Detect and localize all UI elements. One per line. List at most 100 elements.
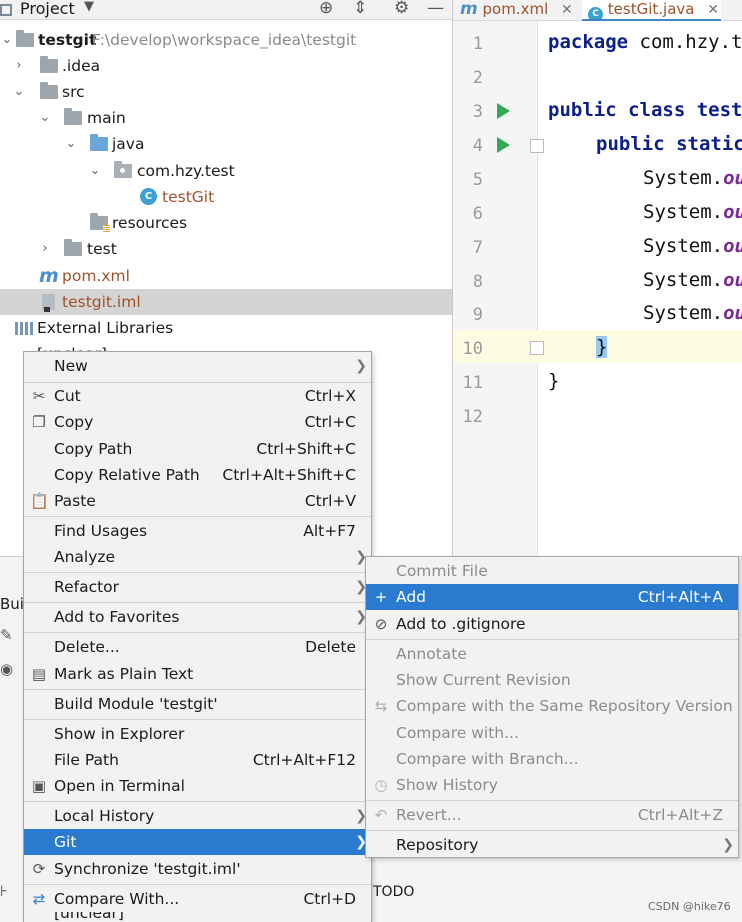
tab-pom-xml[interactable]: m pom.xml ✕ xyxy=(460,0,580,21)
tree-row-pom[interactable]: m pom.xml xyxy=(0,263,452,289)
close-icon[interactable]: ✕ xyxy=(707,2,719,18)
line-number: 4 xyxy=(472,136,483,156)
chevron-right-icon[interactable]: › xyxy=(12,53,26,79)
eye-icon[interactable]: ◉ xyxy=(0,660,13,678)
gear-icon[interactable]: ⚙ xyxy=(394,0,409,18)
tree-row-java[interactable]: ⌄ java xyxy=(0,131,452,157)
chevron-right-icon[interactable]: › xyxy=(38,236,52,262)
menu-item-analyze[interactable]: Analyze ❯ xyxy=(24,544,371,570)
tree-row-idea[interactable]: › .idea xyxy=(0,53,452,79)
menu-item-show-current-revision[interactable]: Show Current Revision xyxy=(366,667,738,693)
line-number: 8 xyxy=(472,272,483,292)
run-icon[interactable] xyxy=(497,137,510,153)
menu-item-find-usages[interactable]: Find Usages Alt+F7 xyxy=(24,518,371,544)
menu-item-label: Copy xyxy=(54,413,94,431)
gitignore-icon: ⊘ xyxy=(374,615,388,633)
menu-item-annotate[interactable]: Annotate xyxy=(366,641,738,667)
tree-row-test[interactable]: › test xyxy=(0,236,452,262)
folder-icon xyxy=(40,56,58,73)
menu-item-refactor[interactable]: Refactor ❯ xyxy=(24,574,371,600)
code-line-8: System.ou xyxy=(643,269,742,291)
menu-item-revert[interactable]: ↶ Revert... Ctrl+Alt+Z xyxy=(366,802,738,828)
menu-item-label: Show in Explorer xyxy=(54,725,185,743)
menu-item-compare-with[interactable]: Compare with... xyxy=(366,720,738,746)
git-submenu: Commit File + Add Ctrl+Alt+A ⊘ Add to .g… xyxy=(365,556,739,858)
menu-item-cut[interactable]: ✂ Cut Ctrl+X xyxy=(24,383,371,409)
close-icon[interactable]: ✕ xyxy=(561,2,573,18)
menu-item-copy[interactable]: ❐ Copy Ctrl+C xyxy=(24,409,371,435)
folder-icon xyxy=(64,108,82,125)
menu-item-add-to-gitignore[interactable]: ⊘ Add to .gitignore xyxy=(366,611,738,637)
todo-tool-label[interactable]: TODO xyxy=(373,884,414,900)
menu-item-compare-same-repo-version[interactable]: ⇆ Compare with the Same Repository Versi… xyxy=(366,693,738,719)
keyword: package xyxy=(548,31,629,53)
tree-row-resources[interactable]: resources xyxy=(0,210,452,236)
code-text: test xyxy=(685,99,742,121)
menu-item-paste[interactable]: 📋 Paste Ctrl+V xyxy=(24,488,371,514)
code-text: System. xyxy=(643,235,724,257)
menu-separator xyxy=(24,884,371,885)
tree-row-iml[interactable]: testgit.iml xyxy=(0,289,452,315)
tree-row-testgit-class[interactable]: C testGit xyxy=(0,184,452,210)
tree-row-main[interactable]: ⌄ main xyxy=(0,105,452,131)
pin-icon[interactable]: ✎ xyxy=(0,626,13,644)
menu-item-add[interactable]: + Add Ctrl+Alt+A xyxy=(366,584,738,610)
menu-item-label: [unclear] xyxy=(54,912,124,922)
tree-row-package[interactable]: ⌄ com.hzy.test xyxy=(0,158,452,184)
chevron-down-icon[interactable]: ⌄ xyxy=(88,158,102,184)
menu-item-copy-relative-path[interactable]: Copy Relative Path Ctrl+Alt+Shift+C xyxy=(24,462,371,488)
menu-item-git[interactable]: Git ❯ xyxy=(24,829,371,855)
compare-arrows-icon: ⇆ xyxy=(374,697,388,715)
menu-item-repository[interactable]: Repository ❯ xyxy=(366,832,738,858)
menu-item-compare-with-branch[interactable]: Compare with Branch... xyxy=(366,746,738,772)
project-title[interactable]: Project xyxy=(20,0,75,18)
keyword: public static xyxy=(596,133,742,155)
menu-shortcut: Ctrl+X xyxy=(304,387,356,405)
chevron-down-icon[interactable]: ⌄ xyxy=(12,79,26,105)
menu-item-show-history[interactable]: ◷ Show History xyxy=(366,772,738,798)
menu-item-open-terminal[interactable]: ▣ Open in Terminal xyxy=(24,773,371,799)
static-field: ou xyxy=(723,269,742,291)
fold-icon[interactable] xyxy=(530,139,544,153)
chevron-down-icon[interactable]: ⌄ xyxy=(0,27,14,53)
menu-item-file-path[interactable]: File Path Ctrl+Alt+F12 xyxy=(24,747,371,773)
menu-item-commit-file[interactable]: Commit File xyxy=(366,558,738,584)
tree-row-external-libraries[interactable]: External Libraries xyxy=(0,315,452,341)
tree-item-label: testgit.iml xyxy=(62,293,141,311)
menu-item-mark-plain-text[interactable]: ▤ Mark as Plain Text xyxy=(24,661,371,687)
menu-item-compare-file-with-editor[interactable]: [unclear] xyxy=(24,912,371,922)
locate-icon[interactable]: ⊕ xyxy=(319,0,333,18)
menu-item-synchronize[interactable]: ⟳ Synchronize 'testgit.iml' xyxy=(24,856,371,882)
tree-row-testgit[interactable]: ⌄ testgit F:\develop\workspace_idea\test… xyxy=(0,27,452,53)
menu-item-show-in-explorer[interactable]: Show in Explorer xyxy=(24,721,371,747)
chevron-right-icon: ❯ xyxy=(355,358,367,374)
menu-item-local-history[interactable]: Local History ❯ xyxy=(24,803,371,829)
chevron-right-icon: ❯ xyxy=(722,837,734,853)
chevron-down-icon[interactable]: ▼ xyxy=(84,0,94,14)
menu-item-build-module[interactable]: Build Module 'testgit' xyxy=(24,691,371,717)
menu-item-delete[interactable]: Delete... Delete xyxy=(24,634,371,660)
minimize-icon[interactable]: — xyxy=(427,0,444,18)
tab-testgit-java[interactable]: C testGit.java ✕ xyxy=(582,0,721,22)
menu-item-compare-with[interactable]: ⇄ Compare With... Ctrl+D xyxy=(24,886,371,912)
menu-item-add-to-favorites[interactable]: Add to Favorites ❯ xyxy=(24,604,371,630)
fold-icon[interactable] xyxy=(530,341,544,355)
menu-item-label: Build Module 'testgit' xyxy=(54,695,218,713)
menu-shortcut: Ctrl+D xyxy=(303,890,356,908)
menu-item-new[interactable]: New ❯ xyxy=(24,353,371,379)
line-number: 6 xyxy=(472,204,483,224)
chevron-down-icon[interactable]: ⌄ xyxy=(64,131,78,157)
tree-item-label: test xyxy=(87,240,117,258)
menu-item-label: Compare with... xyxy=(396,724,519,742)
code-text: System. xyxy=(643,201,724,223)
menu-separator xyxy=(24,632,371,633)
menu-item-copy-path[interactable]: Copy Path Ctrl+Shift+C xyxy=(24,436,371,462)
menu-item-label: Compare with the Same Repository Version xyxy=(396,697,733,715)
tree-item-label: src xyxy=(62,83,85,101)
menu-item-label: Open in Terminal xyxy=(54,777,185,795)
structure-icon[interactable]: ⊦ xyxy=(0,882,8,900)
run-icon[interactable] xyxy=(497,103,510,119)
tree-row-src[interactable]: ⌄ src xyxy=(0,79,452,105)
collapse-all-icon[interactable]: ⇕ xyxy=(353,0,367,18)
chevron-down-icon[interactable]: ⌄ xyxy=(38,105,52,131)
